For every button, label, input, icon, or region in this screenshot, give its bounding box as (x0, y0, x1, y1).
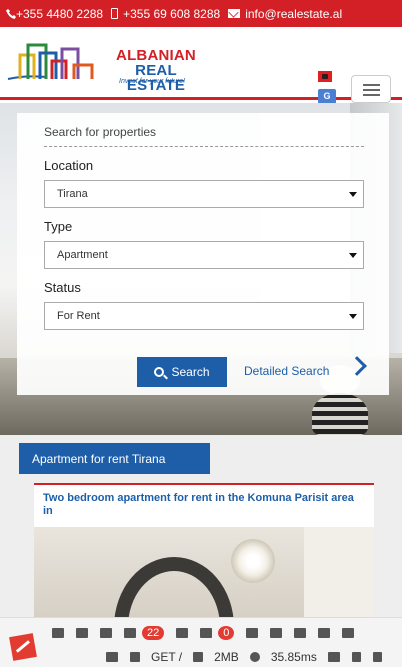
memory-text[interactable]: 2MB (214, 650, 239, 664)
database-count-badge[interactable]: 0 (218, 626, 235, 640)
lock-icon[interactable] (270, 628, 283, 638)
email-contact[interactable]: info@realestate.al (228, 7, 342, 21)
contact-bar: +355 4480 2288 +355 69 608 8288 info@rea… (0, 0, 402, 27)
tag-icon[interactable] (342, 628, 355, 638)
hamburger-line (363, 89, 380, 91)
cache-icon[interactable] (246, 628, 259, 638)
status-value: For Rent (57, 310, 100, 322)
property-search-form: Search for properties Location Tirana Ty… (17, 113, 389, 395)
duration-text[interactable]: 35.85ms (271, 650, 317, 664)
phone-contact[interactable]: +355 4480 2288 (6, 7, 103, 21)
site-logo[interactable]: ALBANIAN REAL ESTATE Invest for your fut… (6, 35, 206, 93)
location-label: Location (44, 158, 94, 173)
forward-icon (130, 652, 140, 662)
clock-icon (249, 652, 260, 662)
caret-down-icon (349, 192, 357, 197)
debugbar-logo-icon[interactable] (9, 633, 37, 661)
albania-flag-icon[interactable] (318, 71, 332, 82)
search-icon (154, 367, 165, 377)
hamburger-line (363, 84, 380, 86)
phone-icon (6, 8, 16, 19)
database-icon[interactable] (200, 628, 213, 638)
phone-text: +355 4480 2288 (16, 6, 104, 21)
mobile-icon (111, 8, 119, 19)
type-label: Type (44, 219, 73, 234)
logo-text: ALBANIAN REAL ESTATE (106, 48, 206, 93)
search-button-label: Search (171, 365, 210, 379)
debug-toolbar-row2: GET / 2MB 35.85ms (100, 648, 388, 666)
type-select[interactable]: Apartment (44, 241, 364, 269)
search-panel-title: Search for properties (44, 125, 364, 147)
search-actions: Search Detailed Search (137, 356, 377, 389)
chevron-right-icon[interactable] (347, 356, 367, 376)
hero-lamp-base (312, 393, 368, 435)
list-icon[interactable] (294, 628, 307, 638)
detailed-search-link[interactable]: Detailed Search (244, 364, 329, 378)
user-icon[interactable] (106, 652, 118, 662)
folder-open-icon[interactable] (327, 652, 340, 662)
debug-toolbar: 22 0 GET / 2MB 35.85ms (0, 617, 402, 667)
logo-buildings-icon (7, 43, 94, 80)
request-icon[interactable] (76, 628, 88, 638)
queries-count-badge[interactable]: 22 (142, 626, 165, 640)
chevron-up-icon[interactable] (351, 652, 361, 662)
close-icon[interactable] (372, 652, 382, 662)
mobile-contact[interactable]: +355 69 608 8288 (111, 7, 220, 21)
route-icon[interactable] (124, 628, 136, 638)
share-icon[interactable] (176, 628, 189, 638)
site-header: ALBANIAN REAL ESTATE Invest for your fut… (0, 27, 402, 104)
status-select[interactable]: For Rent (44, 302, 364, 330)
menu-toggle-button[interactable] (351, 75, 391, 103)
location-value: Tirana (57, 188, 88, 200)
listing-category-tag[interactable]: Apartment for rent Tirana (19, 443, 210, 474)
caret-down-icon (349, 253, 357, 258)
type-value: Apartment (57, 249, 108, 261)
status-label: Status (44, 280, 81, 295)
cogs-icon (193, 652, 204, 662)
request-method-text[interactable]: GET / (151, 650, 182, 664)
bug-icon[interactable] (100, 628, 112, 638)
messages-icon[interactable] (52, 628, 64, 638)
debug-toolbar-row1: 22 0 (46, 624, 360, 642)
search-button[interactable]: Search (137, 357, 227, 387)
caret-down-icon (349, 314, 357, 319)
mail-icon[interactable] (318, 628, 331, 638)
hamburger-line (363, 94, 380, 96)
email-text: info@realestate.al (245, 6, 343, 21)
property-card-title[interactable]: Two bedroom apartment for rent in the Ko… (43, 492, 363, 518)
mobile-text: +355 69 608 8288 (123, 6, 221, 21)
envelope-icon (228, 9, 241, 18)
logo-tagline: Invest for your future! (119, 78, 186, 85)
photo-chandelier (231, 539, 275, 583)
location-select[interactable]: Tirana (44, 180, 364, 208)
google-translate-icon[interactable]: G (318, 89, 336, 104)
